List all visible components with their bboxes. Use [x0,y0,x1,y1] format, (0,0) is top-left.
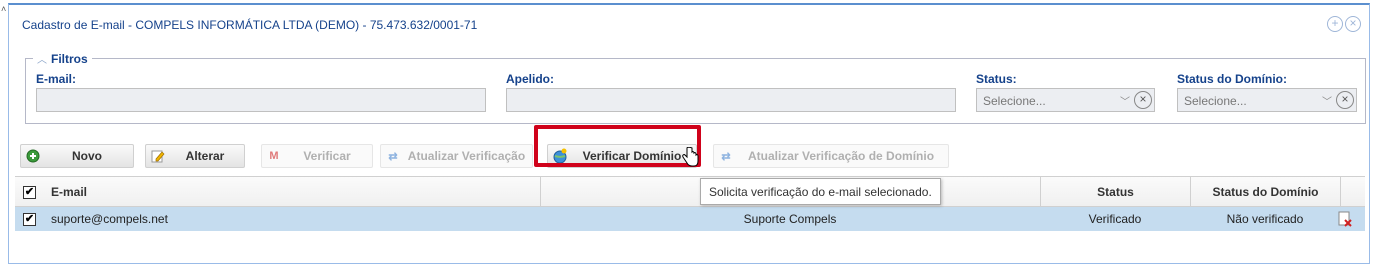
apelido-filter-input[interactable] [506,88,956,112]
checkbox-checked-icon: ✔ [23,185,36,199]
filters-legend[interactable]: ︿ Filtros [33,51,92,66]
status-filter-label: Status: [976,72,1017,86]
add-circle-icon[interactable]: + [1327,16,1343,32]
header-actions [1340,177,1365,207]
atualizar-verificacao-button-label: Atualizar Verificação [407,149,526,163]
atualizar-verificacao-dominio-button[interactable]: ⇄ Atualizar Verificação de Domínio [713,144,949,168]
row-status-dominio: Não verificado [1226,212,1304,226]
status-dominio-select[interactable]: Selecione... ﹀ × [1177,88,1357,112]
header-status-dominio[interactable]: Status do Domínio [1190,177,1340,207]
highlight-annotation [534,125,701,167]
email-grid: ✔ E-mail Status Status do Domínio ✔ supo… [15,176,1365,266]
window-tools: + × [1327,16,1361,32]
status-select-placeholder: Selecione... [983,94,1046,108]
row-status: Verificado [1088,212,1142,226]
refresh-icon: ⇄ [721,150,731,163]
window-title: Cadastro de E-mail - COMPELS INFORMÁTICA… [22,18,478,32]
verificar-button-label: Verificar [303,149,351,163]
grid-header: ✔ E-mail Status Status do Domínio [15,177,1365,207]
status-dominio-filter-label: Status do Domínio: [1177,72,1287,86]
desktop: ˄ Cadastro de E-mail - COMPELS INFORMÁTI… [0,0,1374,264]
filters-fieldset: ︿ Filtros E-mail: Apelido: Status: Selec… [25,51,1366,124]
header-email[interactable]: E-mail [51,177,541,207]
apelido-filter-label: Apelido: [506,72,554,86]
clear-icon[interactable]: × [1134,91,1152,109]
header-status[interactable]: Status [1040,177,1190,207]
novo-button[interactable]: Novo [20,144,134,168]
table-row[interactable]: ✔ suporte@compels.net Suporte Compels Ve… [15,207,1365,231]
alterar-button-label: Alterar [185,149,225,163]
novo-button-label: Novo [72,149,102,163]
clear-icon[interactable]: × [1336,91,1354,109]
left-edge: ˄ [0,0,8,264]
chevron-down-icon[interactable]: ﹀ [1120,93,1130,108]
status-select[interactable]: Selecione... ﹀ × [976,88,1155,112]
refresh-icon: ⇄ [388,150,398,163]
tooltip: Solicita verificação do e-mail seleciona… [700,178,941,205]
window-header: Cadastro de E-mail - COMPELS INFORMÁTICA… [9,5,1369,45]
atualizar-verificacao-dominio-button-label: Atualizar Verificação de Domínio [747,149,935,163]
email-filter-input[interactable] [36,88,486,112]
hand-cursor-icon [681,146,699,167]
close-circle-icon[interactable]: × [1345,16,1361,32]
chevron-down-icon[interactable]: ﹀ [1322,93,1332,108]
status-dominio-select-placeholder: Selecione... [1184,94,1247,108]
delete-document-icon[interactable] [1337,211,1353,227]
filters-legend-label: Filtros [51,51,88,66]
row-email: suporte@compels.net [51,212,168,226]
row-checkbox[interactable]: ✔ [23,207,43,231]
checkbox-checked-icon: ✔ [23,212,36,226]
header-select-all-checkbox[interactable]: ✔ [23,177,43,207]
expand-arrow-icon[interactable]: ˄ [1,4,6,14]
row-apelido: Suporte Compels [743,212,837,226]
add-green-icon [25,148,41,164]
edit-pencil-icon [150,148,166,164]
atualizar-verificacao-button[interactable]: ⇄ Atualizar Verificação [380,144,533,168]
gmail-icon: M [269,150,279,162]
collapse-chevron-icon[interactable]: ︿ [37,51,47,66]
email-filter-label: E-mail: [36,72,77,86]
alterar-button[interactable]: Alterar [145,144,245,168]
verificar-button[interactable]: M Verificar [261,144,373,168]
